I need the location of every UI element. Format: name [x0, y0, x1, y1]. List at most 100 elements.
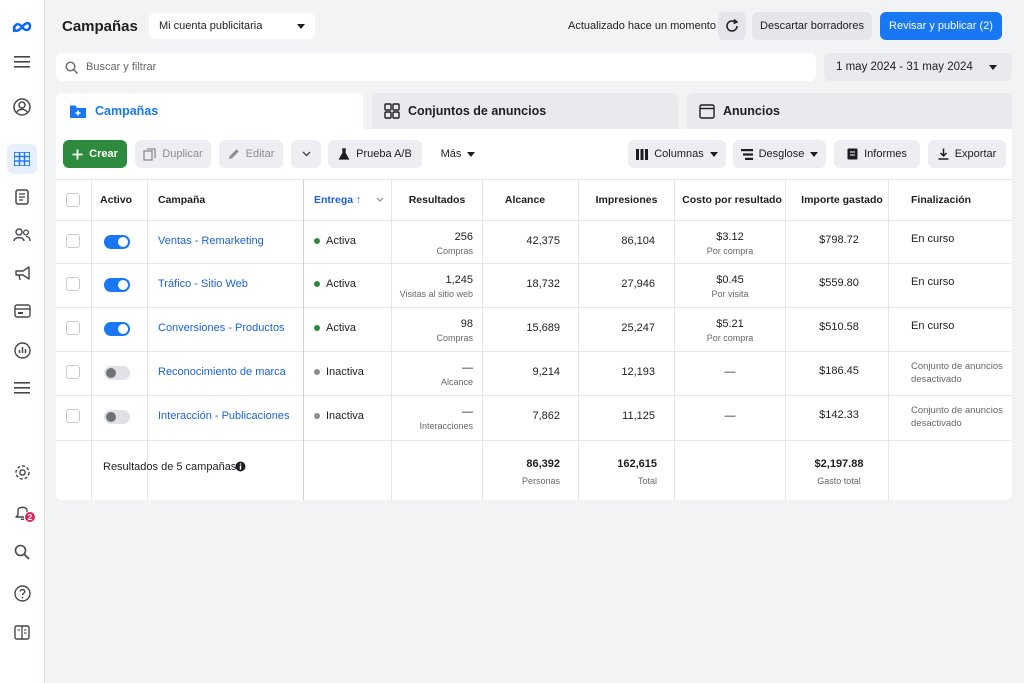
campaigns-panel [56, 129, 1012, 500]
create-button[interactable]: Crear [63, 140, 127, 168]
impressions-value: 27,946 [621, 278, 655, 290]
totals-label: Resultados de 5 campañas [103, 461, 237, 473]
edit-button[interactable]: Editar [219, 140, 283, 168]
book-icon[interactable] [7, 617, 37, 647]
campaign-name-link[interactable]: Ventas - Remarketing [158, 235, 264, 247]
billing-icon[interactable] [7, 296, 37, 326]
ends-status: En curso [911, 276, 955, 288]
reports-button[interactable]: Informes [834, 140, 920, 168]
tab-ads-label: Anuncios [723, 104, 780, 118]
refresh-button[interactable] [718, 12, 746, 40]
ends-status: En curso [911, 320, 955, 332]
columns-icon [636, 148, 649, 160]
chevron-down-icon [297, 23, 305, 29]
impressions-value: 11,125 [622, 410, 655, 422]
column-header-results[interactable]: Resultados [392, 194, 482, 206]
row-checkbox[interactable] [66, 234, 80, 248]
column-header-active[interactable]: Activo [100, 194, 132, 206]
account-selector-label: Mi cuenta publicitaria [159, 20, 263, 32]
table-divider [56, 179, 1012, 180]
page-title: Campañas [62, 18, 138, 35]
chevron-down-icon [709, 151, 718, 157]
amount-spent-value: $186.45 [819, 365, 859, 377]
totals-impressions-sub: Total [637, 476, 657, 486]
meta-logo-icon[interactable] [7, 12, 37, 42]
more-button[interactable]: Más [430, 140, 486, 168]
breakdown-button[interactable]: Desglose [733, 140, 826, 168]
columns-button[interactable]: Columnas [628, 140, 726, 168]
column-header-reach[interactable]: Alcance [483, 194, 567, 206]
edit-options-dropdown[interactable] [291, 140, 321, 168]
chevron-down-icon [467, 151, 476, 157]
ab-test-button[interactable]: Prueba A/B [328, 140, 422, 168]
menu-icon[interactable] [7, 47, 37, 77]
delivery-status-dot [314, 281, 320, 287]
discard-drafts-button[interactable]: Descartar borradores [752, 12, 872, 40]
results-value: 98 [460, 318, 473, 330]
download-icon [938, 148, 949, 160]
info-icon [235, 461, 246, 472]
document-icon[interactable] [7, 182, 37, 212]
column-header-amount-spent[interactable]: Importe gastado [786, 194, 898, 206]
audience-icon[interactable] [7, 220, 37, 250]
column-header-impressions[interactable]: Impresiones [579, 194, 674, 206]
account-selector[interactable]: Mi cuenta publicitaria [149, 13, 315, 39]
campaign-name-link[interactable]: Conversiones - Productos [158, 322, 285, 334]
chevron-down-icon [376, 197, 384, 202]
campaign-name-link[interactable]: Reconocimiento de marca [158, 366, 286, 378]
column-header-delivery[interactable]: Entrega ↑ [314, 194, 361, 206]
tab-campaigns[interactable]: Campañas [56, 93, 363, 129]
totals-reach: 86,392 [526, 458, 560, 470]
results-type: Alcance [440, 377, 473, 387]
review-publish-button[interactable]: Revisar y publicar (2) [880, 12, 1002, 40]
ends-status: En curso [911, 233, 955, 245]
report-icon [847, 148, 858, 160]
row-checkbox[interactable] [66, 365, 80, 379]
help-icon[interactable] [7, 578, 37, 608]
list-icon[interactable] [7, 373, 37, 403]
campaign-toggle[interactable] [104, 322, 130, 336]
campaign-toggle[interactable] [104, 410, 130, 424]
export-button[interactable]: Exportar [928, 140, 1006, 168]
tab-ads[interactable]: Anuncios [687, 93, 1012, 129]
row-checkbox[interactable] [66, 321, 80, 335]
notifications-icon[interactable]: 2 [7, 496, 37, 526]
delivery-status-dot [314, 325, 320, 331]
select-all-checkbox[interactable] [66, 193, 80, 207]
chevron-down-icon [989, 64, 997, 70]
campaign-toggle[interactable] [104, 366, 130, 380]
table-divider [56, 440, 1012, 441]
campaign-toggle[interactable] [104, 278, 130, 292]
row-checkbox[interactable] [66, 409, 80, 423]
campaigns-grid-icon[interactable] [7, 144, 37, 174]
row-checkbox[interactable] [66, 277, 80, 291]
campaign-name-link[interactable]: Interacción - Publicaciones [158, 410, 289, 422]
flask-icon [338, 148, 350, 160]
breakdown-button-label: Desglose [758, 148, 805, 160]
results-type: Compras [436, 246, 473, 256]
campaign-name-link[interactable]: Tráfico - Sitio Web [158, 278, 248, 290]
search-icon [65, 60, 78, 74]
column-header-campaign[interactable]: Campaña [158, 194, 205, 206]
column-header-ends[interactable]: Finalización [911, 194, 971, 206]
edit-button-label: Editar [245, 148, 275, 160]
megaphone-icon[interactable] [7, 258, 37, 288]
duplicate-button[interactable]: Duplicar [135, 140, 211, 168]
ends-status-detail: desactivado [911, 374, 962, 385]
ad-sets-grid-icon [384, 103, 400, 119]
search-filter-input[interactable]: Buscar y filtrar [56, 53, 816, 81]
settings-icon[interactable] [7, 457, 37, 487]
account-icon[interactable] [7, 92, 37, 122]
column-header-cost-per-result[interactable]: Costo por resultado [675, 194, 789, 206]
results-type: Compras [436, 333, 473, 343]
reach-value: 18,732 [526, 278, 560, 290]
analytics-icon[interactable] [7, 335, 37, 365]
search-icon[interactable] [7, 537, 37, 567]
tab-ad-sets[interactable]: Conjuntos de anuncios [372, 93, 678, 129]
date-range-picker[interactable]: 1 may 2024 - 31 may 2024 [824, 53, 1012, 81]
reach-value: 15,689 [526, 322, 560, 334]
amount-spent-value: $798.72 [819, 234, 859, 246]
toggle-knob [118, 324, 128, 334]
impressions-value: 86,104 [621, 235, 655, 247]
campaign-toggle[interactable] [104, 235, 130, 249]
